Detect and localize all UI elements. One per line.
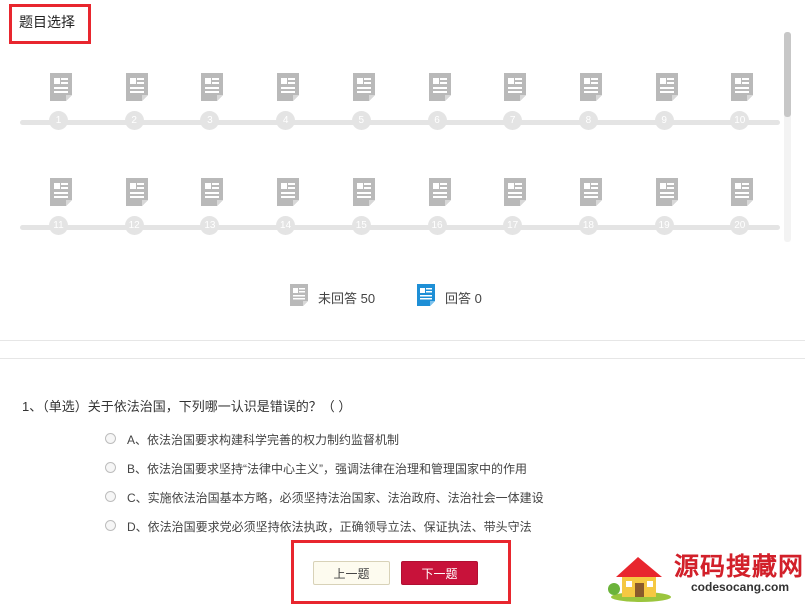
question-cell-11[interactable]: 11: [40, 178, 80, 245]
question-doc-icon: [579, 178, 602, 206]
section-divider: [0, 358, 805, 359]
question-number: 8: [578, 111, 598, 130]
option-b-label: B、依法治国要求坚持“法律中心主义”，强调法律在治理和管理国家中的作用: [127, 462, 527, 476]
question-number: 17: [503, 216, 523, 235]
watermark-en-text: codesocang.com: [691, 580, 790, 594]
question-doc-icon: [277, 178, 300, 206]
question-number: 3: [200, 111, 220, 130]
question-cell-9[interactable]: 9: [646, 73, 686, 153]
answered-count: 回答 0: [445, 291, 482, 306]
question-doc-icon: [731, 73, 754, 101]
watermark-cn-text: 源码搜藏网: [674, 552, 805, 581]
question-doc-icon: [50, 178, 72, 206]
question-doc-icon: [50, 73, 72, 101]
question-cell-6[interactable]: 6: [419, 73, 459, 153]
radio-b[interactable]: [105, 462, 116, 473]
question-number: 1: [49, 111, 68, 130]
question-cell-15[interactable]: 15: [343, 178, 383, 245]
question-cell-4[interactable]: 4: [267, 73, 307, 153]
question-doc-icon: [655, 178, 678, 206]
question-doc-icon: [428, 73, 451, 101]
question-number: 2: [124, 111, 144, 130]
question-doc-icon: [579, 73, 602, 101]
question-doc-icon: [125, 73, 148, 101]
question-cell-13[interactable]: 13: [191, 178, 231, 245]
question-cell-3[interactable]: 3: [191, 73, 231, 153]
prev-question-button[interactable]: 上一题: [313, 561, 390, 585]
question-cell-8[interactable]: 8: [570, 73, 610, 153]
unanswered-doc-icon: [290, 284, 308, 306]
question-doc-icon: [504, 73, 527, 101]
answered-doc-icon: [417, 284, 435, 306]
question-cell-17[interactable]: 17: [494, 178, 534, 245]
question-number: 16: [427, 216, 447, 235]
watermark-logo: 源码搜藏网 codesocang.com: [606, 545, 805, 605]
question-doc-icon: [277, 73, 300, 101]
question-doc-icon: [428, 178, 451, 206]
question-selector-panel: 题目选择 1 2 3 4 5 6 7 8 9 10 11 12 13 14 15 16 17 18 19 20 未回…: [0, 0, 805, 341]
question-number: 4: [276, 111, 296, 130]
question-doc-icon: [352, 73, 375, 101]
question-cell-10[interactable]: 10: [721, 73, 761, 153]
question-doc-icon: [201, 178, 224, 206]
question-cell-14[interactable]: 14: [267, 178, 307, 245]
question-number: 20: [730, 216, 750, 235]
question-cell-1[interactable]: 1: [40, 73, 80, 153]
question-doc-icon: [731, 178, 754, 206]
question-number: 14: [276, 216, 296, 235]
radio-d[interactable]: [105, 520, 116, 531]
question-number: 7: [503, 111, 523, 130]
question-number: 9: [654, 111, 674, 130]
legend-unanswered: 未回答 50: [290, 284, 400, 308]
question-cell-18[interactable]: 18: [570, 178, 610, 245]
unanswered-count: 未回答 50: [318, 291, 376, 306]
option-c-label: C、实施依法治国基本方略，必须坚持法治国家、法治政府、法治社会一体建设: [127, 491, 544, 505]
question-number: 5: [351, 111, 371, 130]
question-cell-16[interactable]: 16: [419, 178, 459, 245]
question-text: 1、（单选）关于依法治国，下列哪一认识是错误的？（ ）: [22, 399, 352, 414]
question-number: 11: [49, 216, 68, 235]
question-number: 13: [200, 216, 220, 235]
question-cell-19[interactable]: 19: [646, 178, 686, 245]
question-grid: 1 2 3 4 5 6 7 8 9 10 11 12 13 14 15 16 17 18 19 20: [0, 55, 785, 245]
question-number: 18: [578, 216, 598, 235]
scrollbar-thumb[interactable]: [784, 32, 791, 117]
question-cell-5[interactable]: 5: [343, 73, 383, 153]
grid-scrollbar[interactable]: [784, 32, 791, 242]
house-logo-icon: [608, 557, 671, 602]
question-cell-20[interactable]: 20: [721, 178, 761, 245]
question-cell-7[interactable]: 7: [494, 73, 534, 153]
question-number: 19: [654, 216, 674, 235]
question-doc-icon: [655, 73, 678, 101]
panel-title: 题目选择: [19, 15, 75, 31]
radio-c[interactable]: [105, 491, 116, 502]
option-a-label: A、依法治国要求构建科学完善的权力制约监督机制: [127, 433, 400, 447]
question-doc-icon: [504, 178, 527, 206]
question-cell-2[interactable]: 2: [116, 73, 156, 153]
question-cell-12[interactable]: 12: [116, 178, 156, 245]
question-doc-icon: [352, 178, 375, 206]
question-number: 15: [351, 216, 371, 235]
radio-a[interactable]: [105, 433, 116, 444]
legend-answered: 回答 0: [417, 284, 507, 308]
question-doc-icon: [201, 73, 224, 101]
question-doc-icon: [125, 178, 148, 206]
next-question-button[interactable]: 下一题: [401, 561, 478, 585]
question-number: 12: [124, 216, 144, 235]
option-d-label: D、依法治国要求党必须坚持依法执政，正确领导立法、保证执法、带头守法: [127, 520, 532, 534]
question-number: 6: [427, 111, 447, 130]
question-number: 10: [730, 111, 750, 130]
